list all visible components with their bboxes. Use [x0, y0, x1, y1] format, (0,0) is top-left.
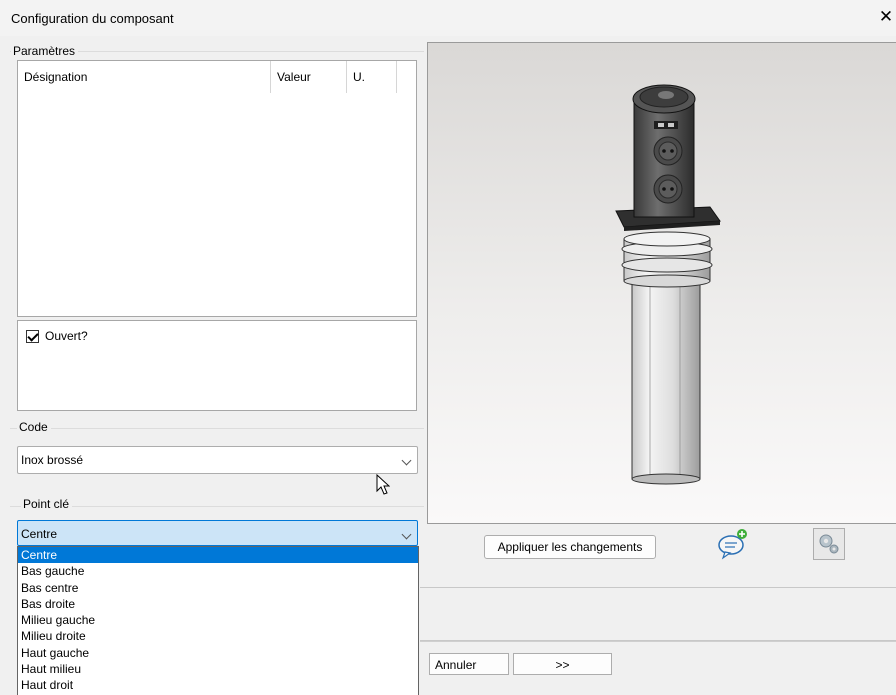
code-legend: Code — [17, 420, 51, 434]
column-header-unit[interactable]: U. — [347, 61, 397, 93]
keypoint-group — [10, 506, 424, 507]
dropdown-option[interactable]: Milieu gauche — [18, 612, 418, 628]
pop-up-socket-model — [615, 84, 721, 485]
component-preview[interactable] — [427, 42, 896, 524]
keypoint-select-value: Centre — [21, 527, 58, 541]
code-group — [10, 428, 424, 429]
column-header-label: U. — [353, 70, 365, 84]
title-bar: Configuration du composant ✕ — [0, 0, 896, 36]
comment-add-icon[interactable] — [716, 528, 748, 560]
settings-icon[interactable] — [813, 528, 845, 560]
column-header-valeur[interactable]: Valeur — [271, 61, 347, 93]
ouvert-checkbox[interactable] — [26, 329, 39, 343]
dropdown-option[interactable]: Haut gauche — [18, 645, 418, 661]
keypoint-select[interactable]: Centre — [17, 520, 418, 546]
options-panel: Ouvert? — [17, 320, 417, 411]
mouse-cursor-icon — [376, 473, 391, 499]
dropdown-option[interactable]: Haut milieu — [18, 661, 418, 677]
close-icon[interactable]: ✕ — [878, 8, 894, 25]
ouvert-checkbox-row[interactable]: Ouvert? — [26, 329, 88, 343]
apply-changes-button[interactable]: Appliquer les changements — [484, 535, 656, 559]
code-select[interactable]: Inox brossé — [17, 446, 418, 474]
column-header-designation[interactable]: Désignation — [18, 61, 271, 93]
keypoint-legend: Point clé — [21, 497, 73, 511]
footer-divider — [420, 641, 896, 642]
dropdown-option[interactable]: Haut droit — [18, 677, 418, 693]
cancel-button[interactable]: Annuler — [429, 653, 509, 675]
chevron-down-icon — [401, 529, 412, 540]
dropdown-option[interactable]: Centre — [18, 547, 418, 564]
column-header-label: Désignation — [24, 70, 88, 84]
dropdown-option[interactable]: Bas centre — [18, 580, 418, 596]
dropdown-option[interactable]: Bas gauche — [18, 563, 418, 579]
parameters-table[interactable]: Désignation Valeur U. — [17, 60, 417, 317]
window-title: Configuration du composant — [11, 11, 174, 26]
column-header-label: Valeur — [277, 70, 311, 84]
chevron-down-icon — [401, 455, 412, 466]
dropdown-option[interactable]: Bas droite — [18, 596, 418, 612]
parameters-legend: Paramètres — [11, 44, 79, 58]
ouvert-checkbox-label: Ouvert? — [45, 329, 88, 343]
code-select-value: Inox brossé — [21, 453, 84, 467]
next-button[interactable]: >> — [513, 653, 612, 675]
status-strip — [420, 587, 896, 641]
dropdown-option[interactable]: Milieu droite — [18, 628, 418, 644]
keypoint-dropdown-list[interactable]: Centre Bas gauche Bas centre Bas droite … — [17, 546, 419, 695]
